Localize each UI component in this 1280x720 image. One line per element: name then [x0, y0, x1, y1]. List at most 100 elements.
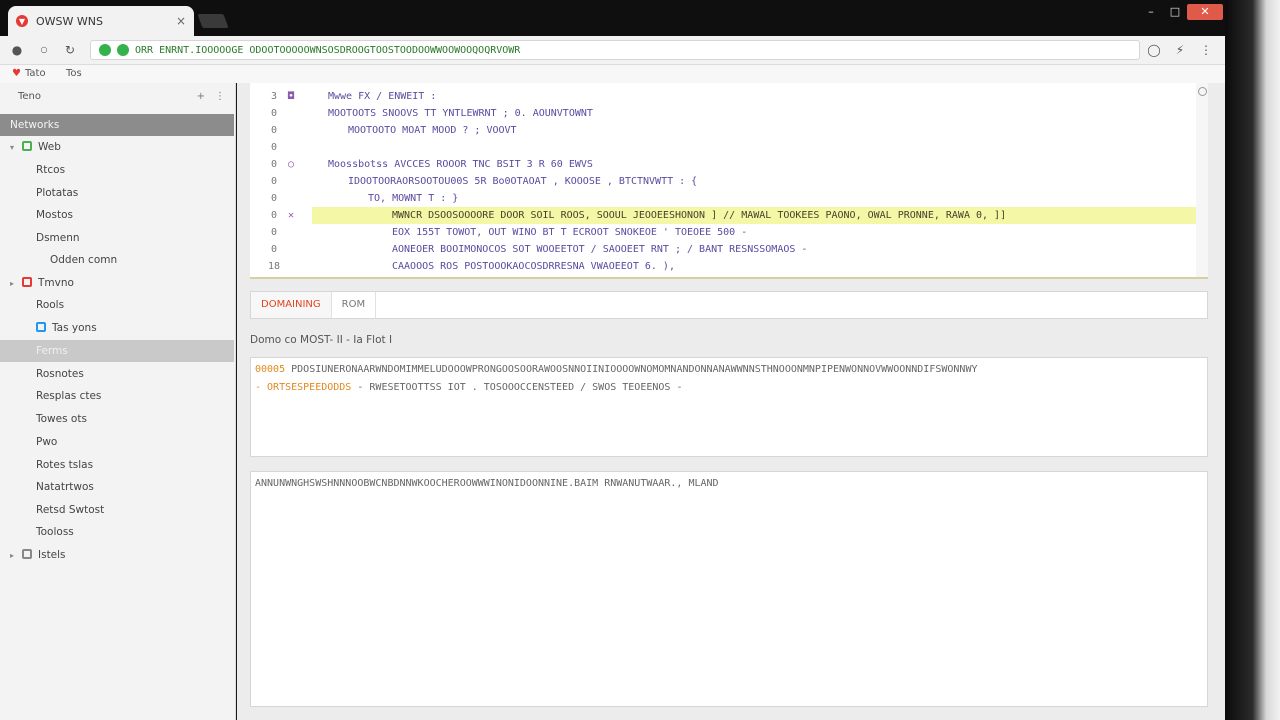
extension-icon[interactable]: ⚡ [1172, 42, 1188, 58]
bookmark-star-icon[interactable]: ◯ [1146, 42, 1162, 58]
new-tab-button[interactable] [197, 14, 229, 28]
sidebar-item[interactable]: Odden comn [0, 249, 234, 271]
sidebar-item[interactable]: Pwo [0, 431, 234, 453]
sidebar-item-label: Networks [10, 119, 60, 131]
editor-scrollbar[interactable] [1196, 83, 1208, 277]
sidebar-item[interactable]: Plotatas [0, 182, 234, 204]
code-text: MWNCR DSOOSOOOORE DOOR SOIL ROOS, SOOUL … [392, 210, 1007, 221]
sidebar-item-label: Web [38, 141, 61, 153]
tab-rom[interactable]: ROM [332, 292, 377, 318]
line-number: 0 [270, 159, 278, 170]
sidebar-item[interactable]: Rools [0, 294, 234, 316]
sidebar-item[interactable]: Mostos [0, 204, 234, 226]
line-number: 0 [270, 227, 278, 238]
bookmark-item[interactable]: ♥ Tato [12, 68, 46, 79]
desktop-background [1225, 0, 1280, 720]
browser-tab[interactable]: ▼ OWSW WNS × [8, 6, 194, 36]
sidebar-item-label: Rosnotes [36, 368, 84, 380]
menu-icon[interactable]: ⋮ [1198, 42, 1214, 58]
folder-icon [22, 141, 32, 151]
devtools-main: 3 ◘ Mwwe FX / ENWEIT : 0 MOOTOOTS SNOOVS TT … [237, 83, 1225, 720]
output-line-prefix: - ORTSESPEEDODDS [255, 382, 352, 393]
code-editor[interactable]: 3 ◘ Mwwe FX / ENWEIT : 0 MOOTOOTS SNOOVS TT … [250, 83, 1208, 279]
code-line[interactable]: 18 CAAOOOS ROS POSTOOOKAOCOSDRRESNA VWAOE… [250, 258, 1208, 275]
forward-icon[interactable]: ○ [36, 42, 52, 58]
tab-close-icon[interactable]: × [176, 14, 186, 28]
code-line[interactable]: 0 MOOTOOTS SNOOVS TT YNTLEWRNT ; 0. AOUNV… [250, 105, 1208, 122]
add-icon[interactable]: + [197, 91, 205, 102]
sidebar-item-label: Retsd Swtost [36, 504, 105, 516]
code-line[interactable]: 0 [250, 139, 1208, 156]
maximize-button[interactable]: □ [1166, 4, 1184, 20]
sidebar-item[interactable]: Natatrtwos [0, 476, 234, 498]
output-line-prefix: 00005 [255, 364, 286, 375]
sidebar-item[interactable]: ▸ Istels [0, 544, 234, 566]
sidebar-item[interactable]: ▾ Web [0, 136, 234, 158]
sidebar-item[interactable]: ▸ Tmvno [0, 272, 234, 294]
section-label: Domo co MOST- II - Ia Flot I [250, 334, 393, 346]
sidebar-item[interactable]: Rtcos [0, 159, 234, 181]
sidebar-item-label: Towes ots [36, 413, 87, 425]
site-info-icon[interactable] [117, 44, 129, 56]
gutter-marker-icon[interactable]: ○ [284, 156, 298, 173]
output-line: - ORTSESPEEDODDS - RWESETOOTTSS IOT . TO… [255, 382, 1203, 393]
code-line[interactable]: 0 MOOTOOTO MOAT MOOD ? ; VOOVT [250, 122, 1208, 139]
code-line[interactable]: 0 EOX 155T TOWOT, OUT WINO BT T ECROOT SN… [250, 224, 1208, 241]
sidebar-item[interactable]: Towes ots [0, 408, 234, 430]
output-line: 00005 PDOSIUNERONAARWNDOMIMMELUDOOOWPRON… [255, 364, 1203, 375]
sidebar-item[interactable]: Networks [0, 114, 234, 136]
code-line[interactable]: 0 TO, MOWNT T : } [250, 190, 1208, 207]
sidebar-item-label: Rtcos [36, 164, 66, 176]
sidebar-item-label: Natatrtwos [36, 481, 94, 493]
scrollbar-thumb[interactable] [1198, 87, 1207, 96]
code-line[interactable]: 0 IDOOTOORAORSOOTOU00S 5R Bo0OTAOAT , KOO… [250, 173, 1208, 190]
sidebar-item[interactable]: Dsmenn [0, 227, 234, 249]
expand-arrow-icon[interactable]: ▾ [10, 137, 22, 159]
bookmark-label: Tos [66, 68, 82, 79]
code-line[interactable]: 0 AONEOER BOOIMONOCOS SOT WOOEETOT / SAOO… [250, 241, 1208, 258]
line-number: 0 [270, 244, 278, 255]
sidebar-item-label: Rotes tslas [36, 459, 94, 471]
folder-icon [36, 322, 46, 332]
line-number: 0 [270, 125, 278, 136]
expand-arrow-icon[interactable]: ▸ [10, 545, 22, 567]
sidebar-item[interactable]: Retsd Swtost [0, 499, 234, 521]
output-line-text: PDOSIUNERONAARWNDOMIMMELUDOOOWPRONGOOSOO… [291, 364, 978, 375]
window-titlebar: ▼ OWSW WNS × – □ ✕ [0, 0, 1225, 36]
gutter-marker-icon[interactable]: ◘ [284, 88, 298, 105]
back-icon[interactable]: ● [9, 42, 25, 58]
output-box-secondary[interactable]: ANNUNWNGHSWSHNNNOOBWCNBDNNWKOOCHEROOWWWI… [250, 471, 1208, 707]
output-line-text: ANNUNWNGHSWSHNNNOOBWCNBDNNWKOOCHEROOWWWI… [255, 478, 719, 489]
url-text[interactable]: ORR ENRNT.IOOOOOGE ODOOTOOOOOWNSOSDROOGT… [135, 45, 520, 56]
code-line[interactable]: 3 ◘ Mwwe FX / ENWEIT : [250, 88, 1208, 105]
code-text: AONEOER BOOIMONOCOS SOT WOOEETOT / SAOOE… [392, 244, 808, 255]
more-icon[interactable]: ⋮ [215, 91, 225, 102]
bookmark-item[interactable]: Tos [66, 68, 82, 79]
line-number: 0 [270, 108, 278, 119]
code-text: TO, MOWNT T : } [368, 193, 459, 204]
sidebar-item-label: Tas yons [52, 322, 97, 334]
line-number: 0 [270, 142, 278, 153]
address-bar[interactable]: ORR ENRNT.IOOOOOGE ODOOTOOOOOWNSOSDROOGT… [90, 40, 1140, 60]
code-line[interactable]: 0 ○ Moossbotss AVCCES ROOOR TNC BSIT 3 R 6… [250, 156, 1208, 173]
code-line[interactable]: 0 ✕ MWNCR DSOOSOOOORE DOOR SOIL ROOS, SOOU… [250, 207, 1208, 224]
code-text: Moossbotss AVCCES ROOOR TNC BSIT 3 R 60 … [328, 159, 593, 170]
tab-domaining[interactable]: DOMAINING [251, 292, 332, 318]
sidebar-item-label: Tmvno [38, 277, 74, 289]
line-number: 3 [270, 91, 278, 102]
reload-icon[interactable]: ↻ [62, 42, 78, 58]
expand-arrow-icon[interactable]: ▸ [10, 273, 22, 295]
sidebar-item[interactable]: Ferms [0, 340, 234, 362]
gutter-marker-icon[interactable]: ✕ [284, 207, 298, 224]
minimize-button[interactable]: – [1142, 4, 1160, 20]
sidebar-item-label: Ferms [36, 345, 68, 357]
sidebar-item[interactable]: Rosnotes [0, 363, 234, 385]
output-box-primary[interactable]: 00005 PDOSIUNERONAARWNDOMIMMELUDOOOWPRON… [250, 357, 1208, 457]
close-window-button[interactable]: ✕ [1187, 4, 1223, 20]
code-text: MOOTOOTS SNOOVS TT YNTLEWRNT ; 0. AOUNVT… [328, 108, 593, 119]
sidebar-item[interactable]: Resplas ctes [0, 385, 234, 407]
sidebar-item[interactable]: Rotes tslas [0, 454, 234, 476]
line-number: 18 [267, 261, 281, 272]
sidebar-item[interactable]: Tas yons [0, 317, 234, 339]
sidebar-item[interactable]: Tooloss [0, 521, 234, 543]
